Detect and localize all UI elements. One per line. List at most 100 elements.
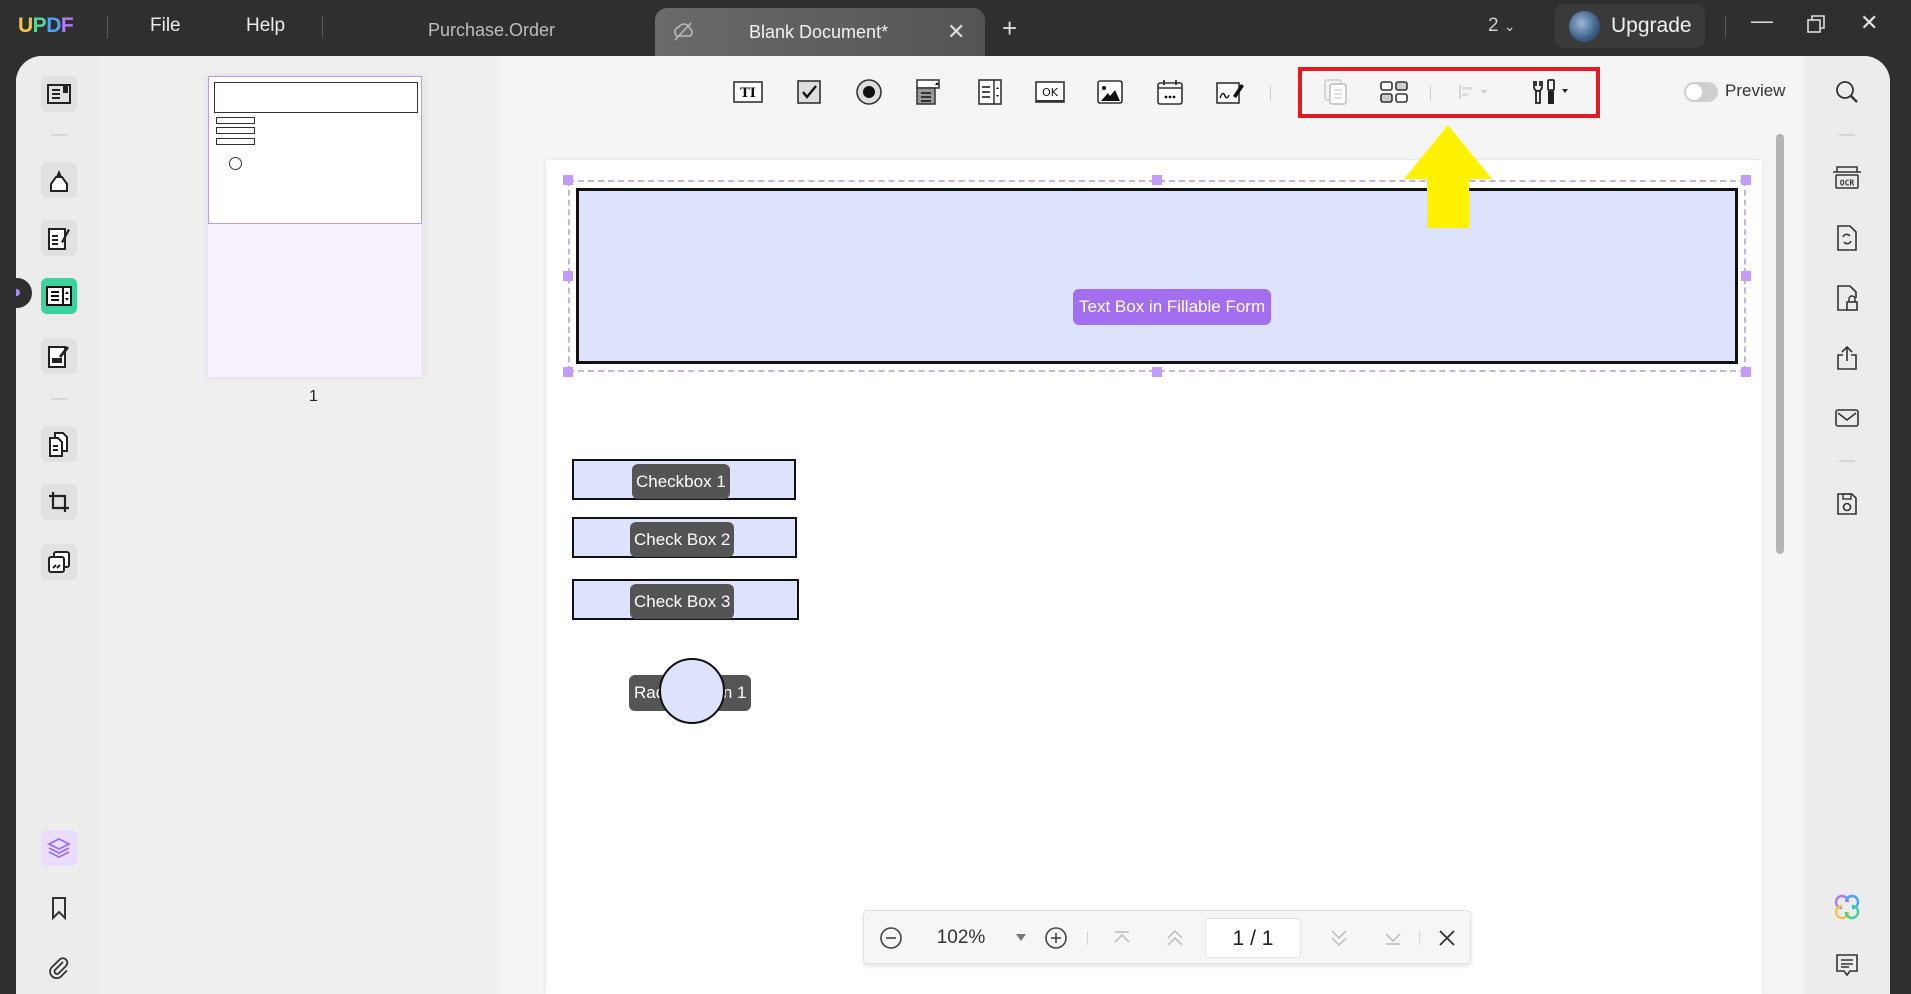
tab-title: Blank Document* [749,22,889,42]
fill-sign-icon[interactable] [41,338,77,374]
divider [107,16,108,38]
edit-pdf-icon[interactable] [41,220,77,256]
convert-icon[interactable] [1829,220,1865,256]
signature-tool-icon[interactable] [1212,74,1248,110]
search-icon[interactable] [1829,74,1865,110]
save-as-icon[interactable] [1829,486,1865,522]
active-indicator [16,278,32,308]
toolbar-divider [1270,85,1271,101]
field-name-label: Checkbox 1 [632,464,730,499]
prepare-form-icon[interactable] [41,278,77,314]
attachment-icon[interactable] [41,950,77,986]
comment-highlighter-icon[interactable] [41,162,77,198]
crop-icon[interactable] [41,484,77,520]
page-thumbnail[interactable] [208,76,422,377]
checkbox-field-3[interactable]: Check Box 3 [572,579,799,620]
duplicate-fields-icon[interactable] [1318,74,1354,110]
text-box-field[interactable]: Text Box in Fillable Form [576,188,1738,364]
previous-page-icon[interactable] [1160,923,1190,953]
zoom-dropdown-icon[interactable] [1011,923,1031,953]
date-field-tool-icon[interactable] [1152,74,1188,110]
protect-icon[interactable] [1829,280,1865,316]
avatar [1569,11,1600,42]
chevron-down-icon: ⌄ [1503,18,1516,34]
zoom-in-icon[interactable] [1041,923,1071,953]
svg-text:TI: TI [740,86,756,101]
resize-handle[interactable] [1741,271,1751,281]
restore-icon[interactable] [1806,14,1826,40]
field-name-label: Check Box 3 [630,584,735,619]
radio-tool-icon[interactable] [851,74,887,110]
tools-icon[interactable] [41,544,77,580]
form-tools-dropdown-icon[interactable] [1525,74,1579,110]
tab-purchase-order[interactable]: Purchase.Order [428,20,555,41]
resize-handle[interactable] [563,175,573,185]
rail-divider [1839,460,1855,462]
resize-handle[interactable] [563,271,573,281]
multiple-fields-grid-icon[interactable] [1376,74,1412,110]
close-window-icon[interactable]: ✕ [1860,10,1878,36]
divider [1725,16,1726,38]
tab-blank-document[interactable]: Blank Document* ✕ [655,8,985,56]
checkbox-field-2[interactable]: Check Box 2 [572,517,797,558]
minimize-icon[interactable]: — [1751,8,1773,34]
share-icon[interactable] [1829,340,1865,376]
menu-file[interactable]: File [150,15,181,37]
text-field-tool-icon[interactable]: TI [730,74,766,110]
next-page-icon[interactable] [1324,923,1354,953]
updf-ai-icon[interactable] [1829,889,1865,925]
radio-button-field[interactable] [659,658,725,724]
zoom-out-icon[interactable] [876,923,906,953]
email-icon[interactable] [1829,400,1865,436]
thumbnail-page-number: 1 [309,388,318,405]
document-area: TI OK Preview Text Box in Fillable Form … [500,56,1804,994]
close-tab-icon[interactable]: ✕ [947,19,965,45]
layers-icon[interactable] [41,830,77,866]
comments-icon[interactable] [1829,948,1865,984]
bookmark-icon[interactable] [41,890,77,926]
rail-divider [1839,134,1855,136]
resize-handle[interactable] [1152,175,1162,185]
svg-text:OCR: OCR [1840,179,1855,188]
checkbox-tool-icon[interactable] [791,74,827,110]
title-bar: UPDF File Help Purchase.Order Blank Docu… [0,0,1911,56]
organize-pages-icon[interactable] [41,426,77,462]
align-dropdown-icon[interactable] [1450,74,1500,110]
checkbox-field-1[interactable]: Checkbox 1 [572,459,796,500]
yellow-arrow-annotation [1404,125,1492,228]
first-page-icon[interactable] [1107,923,1137,953]
resize-handle[interactable] [563,367,573,377]
resize-handle[interactable] [1741,175,1751,185]
divider [322,16,323,38]
zoom-level[interactable]: 102% [930,923,992,953]
field-name-label: Text Box in Fillable Form [1073,289,1272,325]
unsaved-cloud-icon [671,20,695,47]
last-page-icon[interactable] [1378,923,1408,953]
resize-handle[interactable] [1741,367,1751,377]
right-toolbar: OCR [1804,56,1890,994]
button-tool-icon[interactable]: OK [1032,74,1068,110]
page-navigation-bar: 102% 1 / 1 [863,910,1471,964]
dropdown-tool-icon[interactable] [911,74,947,110]
ocr-icon[interactable]: OCR [1829,160,1865,196]
rail-divider [51,398,67,400]
page-number-input[interactable]: 1 / 1 [1205,918,1301,958]
close-nav-icon[interactable] [1432,923,1462,953]
rail-divider [51,134,67,136]
updf-logo[interactable]: UPDF [18,14,74,38]
vertical-scrollbar[interactable] [1776,134,1784,554]
toggle-switch[interactable] [1684,82,1718,102]
app-frame: 1 TI OK Preview Text Box in Fillable For… [16,56,1890,994]
reader-icon[interactable] [41,76,77,112]
image-tool-icon[interactable] [1092,74,1128,110]
field-name-label: Check Box 2 [630,522,735,557]
thumbnail-panel: 1 [100,56,500,994]
resize-handle[interactable] [1152,367,1162,377]
upgrade-button[interactable]: Upgrade [1555,4,1705,48]
svg-text:OK: OK [1042,86,1059,99]
new-tab-button[interactable]: + [1002,13,1017,44]
menu-help[interactable]: Help [246,15,285,37]
listbox-tool-icon[interactable] [972,74,1008,110]
toolbar-divider [1430,85,1431,101]
window-count-dropdown[interactable]: 2 ⌄ [1488,15,1516,37]
